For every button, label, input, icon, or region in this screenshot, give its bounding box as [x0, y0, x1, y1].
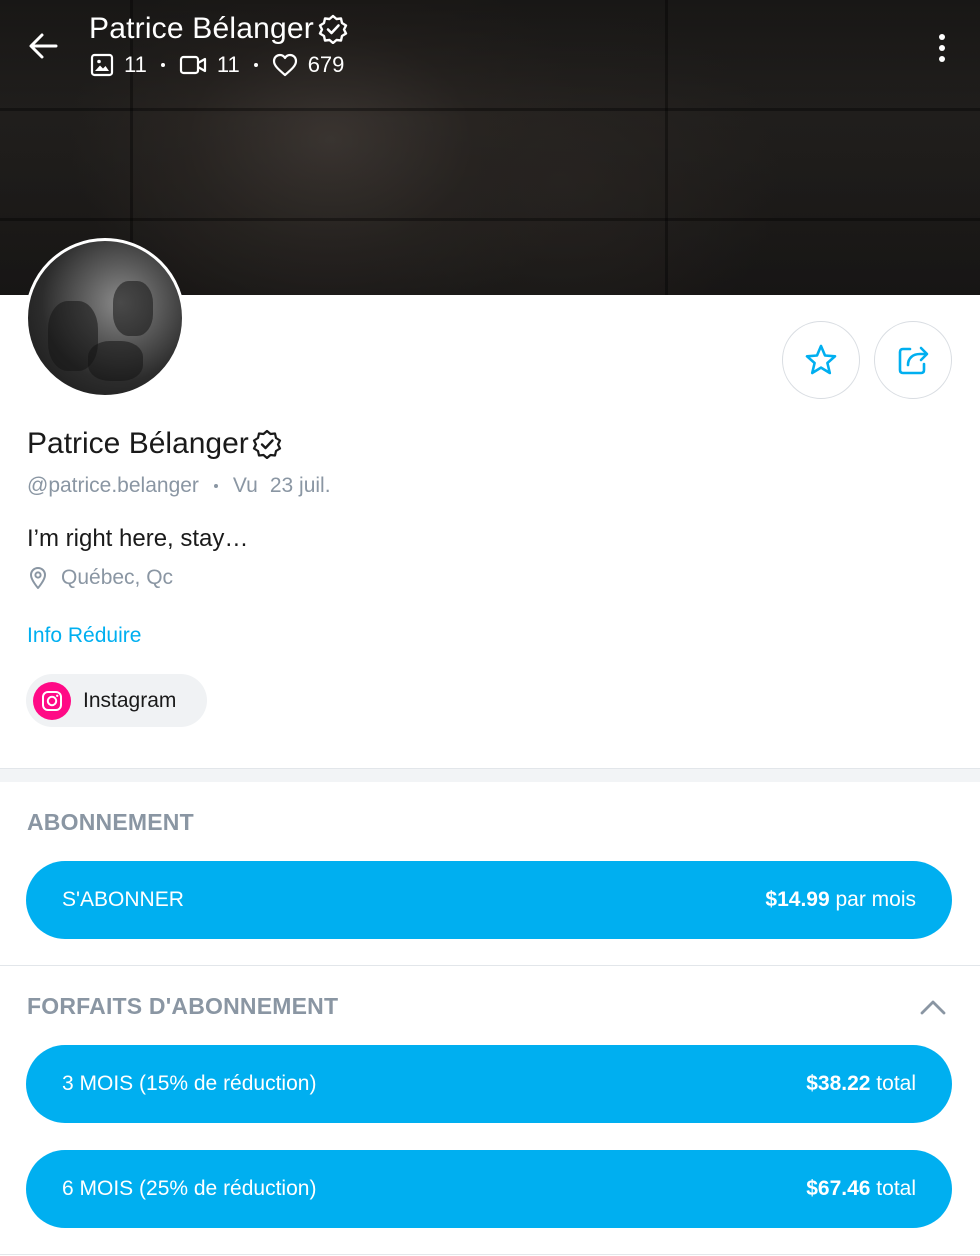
likes-stat: 679	[272, 52, 345, 78]
bundles-title: FORFAITS D'ABONNEMENT	[27, 993, 339, 1019]
bundle-label: 3 MOIS (15% de réduction)	[62, 1072, 317, 1095]
chevron-up-icon	[920, 1000, 946, 1015]
arrow-left-icon	[29, 33, 58, 59]
image-icon	[90, 53, 114, 77]
profile-handle: @patrice.belanger	[27, 474, 199, 497]
section-divider	[0, 965, 980, 966]
bundle-price: $38.22 total	[806, 1072, 916, 1096]
top-bar: Patrice Bélanger 11 11 679	[0, 0, 980, 100]
verified-icon	[252, 429, 281, 459]
subscribe-button[interactable]: S'ABONNER $14.99 par mois	[26, 861, 952, 939]
profile-location: Québec, Qc	[28, 566, 173, 590]
location-text: Québec, Qc	[61, 566, 174, 589]
videos-stat: 11	[179, 52, 240, 78]
separator-dot	[213, 484, 218, 488]
profile-bio: I’m right here, stay…	[27, 525, 249, 552]
last-seen-label: Vu	[232, 474, 258, 497]
more-dot	[939, 34, 945, 40]
header-name: Patrice Bélanger	[89, 12, 348, 46]
bundle-3-months-button[interactable]: 3 MOIS (15% de réduction) $38.22 total	[26, 1045, 952, 1123]
subscription-title: ABONNEMENT	[27, 809, 194, 835]
header-stats: 11 11 679	[90, 52, 344, 78]
favorite-button[interactable]	[782, 321, 860, 399]
heart-icon	[272, 53, 297, 77]
separator-dot	[253, 63, 258, 67]
photos-count: 11	[124, 52, 147, 77]
bundle-price-amount: $38.22	[806, 1072, 871, 1095]
collapse-bundles-button[interactable]	[918, 993, 948, 1021]
bundle-label: 6 MOIS (25% de réduction)	[62, 1177, 317, 1200]
subscribe-price: $14.99 par mois	[765, 888, 916, 912]
bundle-price: $67.46 total	[806, 1177, 916, 1201]
more-options-button[interactable]	[928, 30, 956, 66]
share-icon	[898, 346, 929, 375]
subscribe-price-amount: $14.99	[765, 888, 830, 911]
instagram-link[interactable]: Instagram	[26, 674, 207, 727]
info-toggle-link[interactable]: Info Réduire	[27, 624, 141, 648]
photos-stat: 11	[90, 52, 147, 78]
profile-meta: @patrice.belanger Vu 23 juil.	[27, 474, 331, 498]
subscribe-price-suffix: par mois	[829, 888, 916, 911]
bundle-price-suffix: total	[870, 1072, 916, 1095]
profile-name: Patrice Bélanger	[27, 427, 282, 461]
subscribe-label: S'ABONNER	[62, 888, 184, 911]
bundle-6-months-button[interactable]: 6 MOIS (25% de réduction) $67.46 total	[26, 1150, 952, 1228]
separator-dot	[160, 63, 165, 67]
more-dot	[939, 45, 945, 51]
header-name-text: Patrice Bélanger	[89, 12, 314, 45]
bundle-price-amount: $67.46	[806, 1177, 871, 1200]
instagram-label: Instagram	[83, 688, 177, 712]
share-button[interactable]	[874, 321, 952, 399]
avatar[interactable]	[25, 238, 185, 398]
location-pin-icon	[30, 567, 46, 589]
back-button[interactable]	[20, 26, 66, 66]
bundle-price-suffix: total	[870, 1177, 916, 1200]
more-dot	[939, 56, 945, 62]
instagram-icon	[33, 681, 71, 720]
profile-name-text: Patrice Bélanger	[27, 427, 249, 460]
likes-count: 679	[307, 52, 345, 77]
last-seen-date: 23 juil.	[269, 474, 331, 497]
video-icon	[179, 55, 206, 75]
section-divider	[0, 1254, 980, 1255]
verified-icon	[318, 14, 348, 44]
star-icon	[805, 344, 837, 375]
section-divider	[0, 768, 980, 782]
videos-count: 11	[216, 52, 240, 77]
